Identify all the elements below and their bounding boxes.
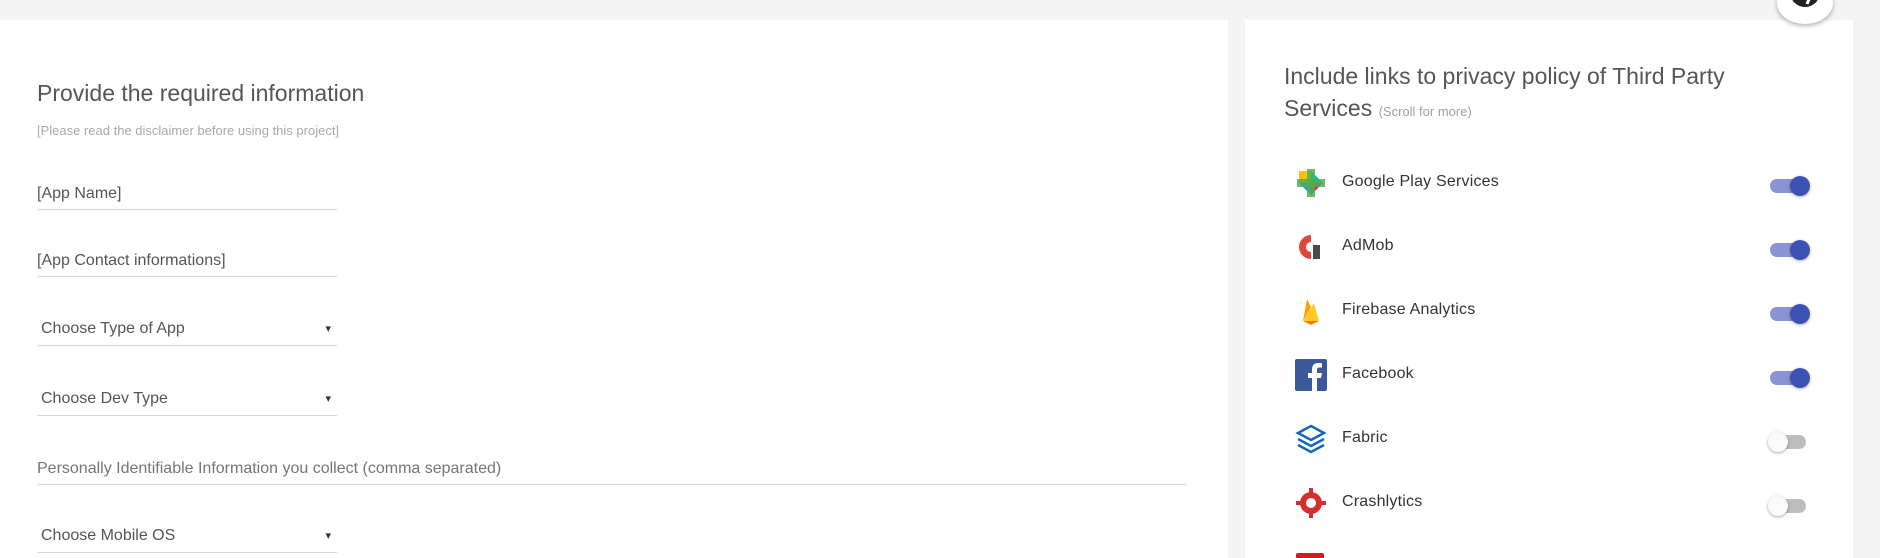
service-label: AdMob <box>1342 237 1394 254</box>
service-row-facebook: Facebook <box>1295 355 1810 395</box>
google-play-services-toggle[interactable] <box>1770 176 1810 196</box>
facebook-toggle[interactable] <box>1770 368 1810 388</box>
services-title-text: Include links to privacy policy of Third… <box>1284 63 1725 121</box>
app-name-value: [App Name] <box>37 185 122 202</box>
crashlytics-toggle[interactable] <box>1768 496 1810 516</box>
services-title: Include links to privacy policy of Third… <box>1284 60 1804 128</box>
crashlytics-icon <box>1295 487 1327 519</box>
services-card: Include links to privacy policy of Third… <box>1245 20 1853 558</box>
mobile-os-select[interactable]: Choose Mobile OS ▾ <box>37 524 337 553</box>
toggle-knob <box>1768 432 1788 452</box>
firebase-analytics-toggle[interactable] <box>1770 304 1810 324</box>
service-row-crashlytics: Crashlytics <box>1295 483 1810 523</box>
app-contact-value: [App Contact informations] <box>37 252 226 269</box>
chevron-down-icon: ▾ <box>325 323 331 335</box>
scroll-hint: (Scroll for more) <box>1378 104 1472 119</box>
service-label: Google Play Services <box>1342 173 1499 190</box>
app-type-select-value: Choose Type of App <box>41 320 185 337</box>
mobile-os-select-value: Choose Mobile OS <box>41 527 176 544</box>
service-row-firebase-analytics: Firebase Analytics <box>1295 291 1810 331</box>
service-label: Crashlytics <box>1342 493 1423 510</box>
google-play-services-icon <box>1295 167 1327 199</box>
facebook-icon <box>1295 359 1327 391</box>
toggle-knob <box>1790 176 1810 196</box>
app-name-field[interactable]: [App Name] <box>37 183 337 210</box>
admob-icon <box>1295 231 1327 263</box>
next-service-icon <box>1296 553 1324 558</box>
form-card: Provide the required information [Please… <box>0 20 1228 558</box>
app-contact-field[interactable]: [App Contact informations] <box>37 250 337 277</box>
pii-placeholder: Personally Identifiable Information you … <box>37 460 502 477</box>
toggle-knob <box>1790 240 1810 260</box>
disclaimer-text: [Please read the disclaimer before using… <box>37 123 340 138</box>
firebase-icon <box>1295 295 1327 327</box>
app-type-select[interactable]: Choose Type of App ▾ <box>37 317 337 346</box>
service-row-google-play-services: Google Play Services <box>1295 163 1810 203</box>
pii-input[interactable]: Personally Identifiable Information you … <box>37 458 1187 485</box>
fabric-toggle[interactable] <box>1768 432 1810 452</box>
service-row-fabric: Fabric <box>1295 419 1810 459</box>
toggle-knob <box>1790 304 1810 324</box>
form-title: Provide the required information <box>37 80 365 106</box>
chevron-down-icon: ▾ <box>325 393 331 405</box>
toggle-knob <box>1790 368 1810 388</box>
dev-type-select[interactable]: Choose Dev Type ▾ <box>37 387 337 416</box>
service-row-admob: AdMob <box>1295 227 1810 267</box>
dev-type-select-value: Choose Dev Type <box>41 390 168 407</box>
chevron-down-icon: ▾ <box>325 530 331 542</box>
toggle-knob <box>1768 496 1788 516</box>
service-label: Facebook <box>1342 365 1414 382</box>
fabric-icon <box>1295 423 1327 455</box>
admob-toggle[interactable] <box>1770 240 1810 260</box>
service-label: Fabric <box>1342 429 1388 446</box>
service-label: Firebase Analytics <box>1342 301 1476 318</box>
